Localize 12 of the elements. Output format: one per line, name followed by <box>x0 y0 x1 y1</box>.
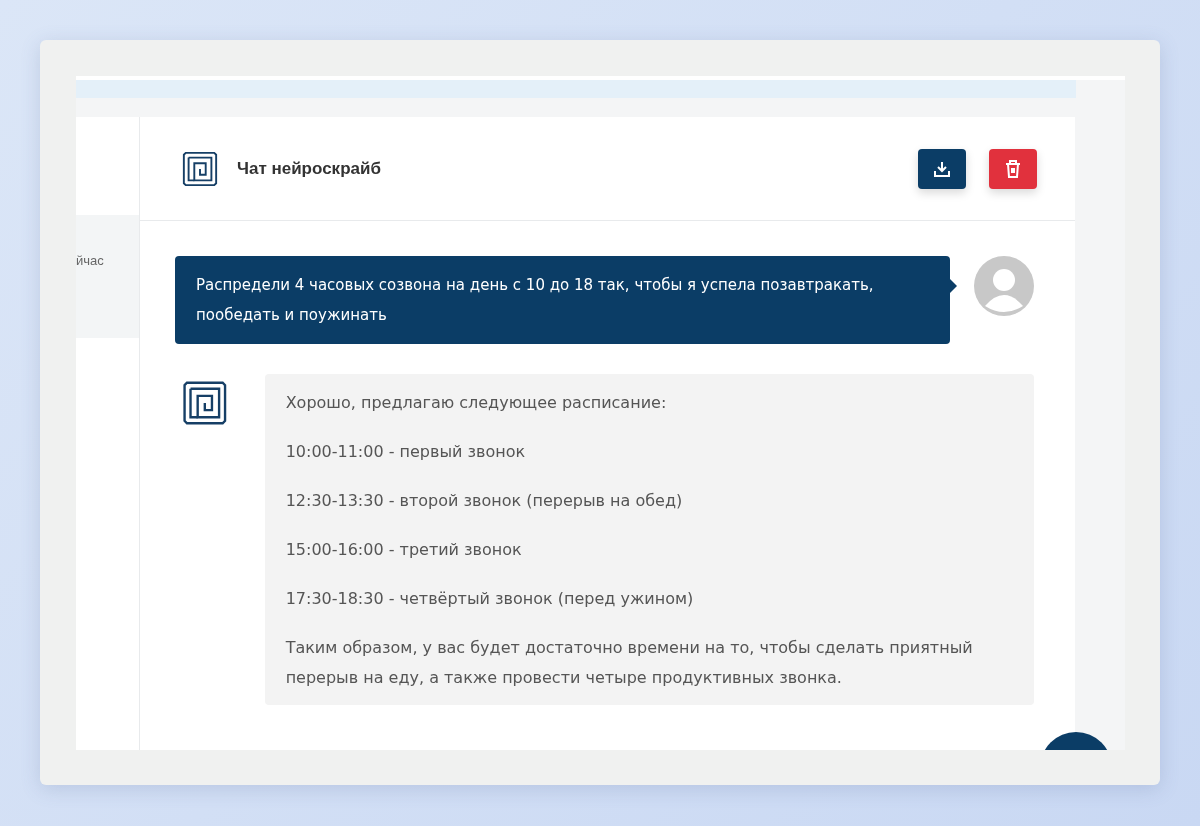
download-icon <box>933 159 951 178</box>
user-message: Распредели 4 часовых созвона на день с 10 до 18 так, чтобы я успела позавтракать, пообедать и поужинать <box>175 256 950 344</box>
chat-list-item[interactable]: йчас <box>76 215 139 338</box>
trash-icon <box>1005 159 1021 178</box>
logo-icon <box>181 379 229 427</box>
bubble-tail <box>950 279 957 293</box>
bot-message: Хорошо, предлагаю следующее расписание: 10:00-11:00 - первый звонок 12:30-13:30 - второй звонок (перерыв на обед) 15:00-16:00 - третий звонок 17:30-18:30 - четвёртый звонок (перед ужином) Таким образом, у вас будет достаточно времени на то, чтобы сделать приятный перерыв на еду, а также провести четыре продуктивных звонка. <box>264 374 1034 705</box>
delete-button[interactable] <box>989 148 1037 189</box>
chat-title: Чат нейроскрайб <box>237 158 382 179</box>
download-button[interactable] <box>918 148 966 189</box>
logo-icon <box>181 149 219 188</box>
avatar-icon <box>974 256 1034 316</box>
